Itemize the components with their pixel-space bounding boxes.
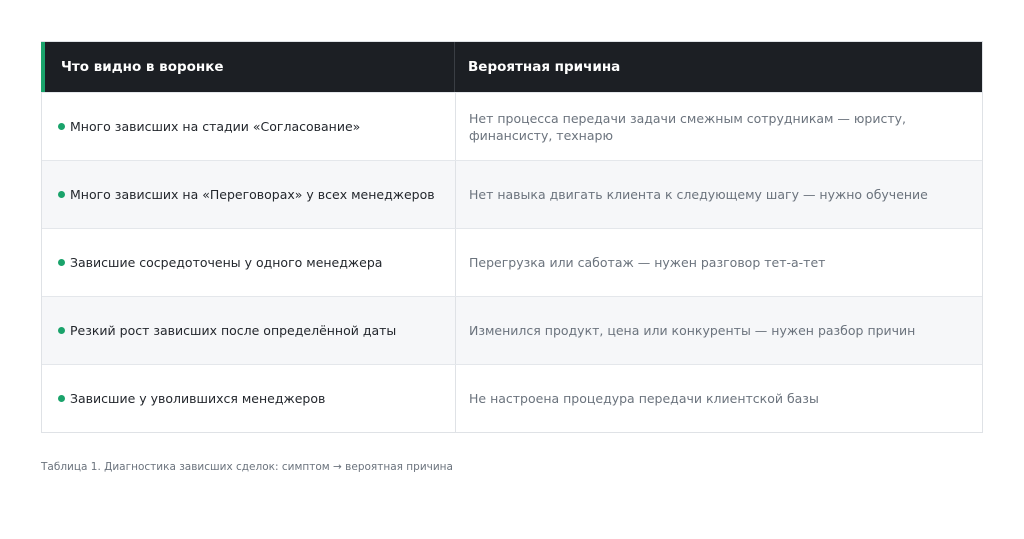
green-dot-icon <box>58 191 65 198</box>
symptom-text: Зависшие сосредоточены у одного менеджер… <box>70 255 383 270</box>
symptom-text: Много зависших на «Переговорах» у всех м… <box>70 187 435 202</box>
symptom-cell: Зависшие у уволившихся менеджеров <box>42 365 456 432</box>
cause-cell: Не настроена процедура передачи клиентск… <box>469 391 819 406</box>
symptom-text: Зависшие у уволившихся менеджеров <box>70 391 326 406</box>
symptom-text: Много зависших на стадии «Согласование» <box>70 119 361 134</box>
cause-cell: Нет процесса передачи задачи смежным сот… <box>469 110 907 143</box>
cause-cell: Изменился продукт, цена или конкуренты —… <box>469 323 916 338</box>
symptom-cell: Много зависших на стадии «Согласование» <box>42 93 456 160</box>
green-dot-icon <box>58 395 65 402</box>
header-symptom: Что видно в воронке <box>41 42 455 92</box>
table-row: Много зависших на «Переговорах» у всех м… <box>42 160 982 228</box>
symptom-cell: Резкий рост зависших после определённой … <box>42 297 456 364</box>
symptom-text: Резкий рост зависших после определённой … <box>70 323 397 338</box>
symptom-cell: Зависшие сосредоточены у одного менеджер… <box>42 229 456 296</box>
symptom-cell: Много зависших на «Переговорах» у всех м… <box>42 161 456 228</box>
table-row: Много зависших на стадии «Согласование» … <box>42 92 982 160</box>
table-row: Зависшие сосредоточены у одного менеджер… <box>42 228 982 296</box>
green-dot-icon <box>58 123 65 130</box>
cause-cell: Нет навыка двигать клиента к следующему … <box>469 187 928 202</box>
table-row: Зависшие у уволившихся менеджеров Не нас… <box>42 364 982 432</box>
green-dot-icon <box>58 259 65 266</box>
table-row: Резкий рост зависших после определённой … <box>42 296 982 364</box>
table-caption: Таблица 1. Диагностика зависших сделок: … <box>41 461 453 473</box>
green-dot-icon <box>58 327 65 334</box>
cause-cell: Перегрузка или саботаж — нужен разговор … <box>469 255 826 270</box>
table-header: Что видно в воронке Вероятная причина <box>41 42 982 92</box>
header-cause: Вероятная причина <box>468 59 621 75</box>
diagnostics-table: Что видно в воронке Вероятная причина Мн… <box>41 41 983 433</box>
